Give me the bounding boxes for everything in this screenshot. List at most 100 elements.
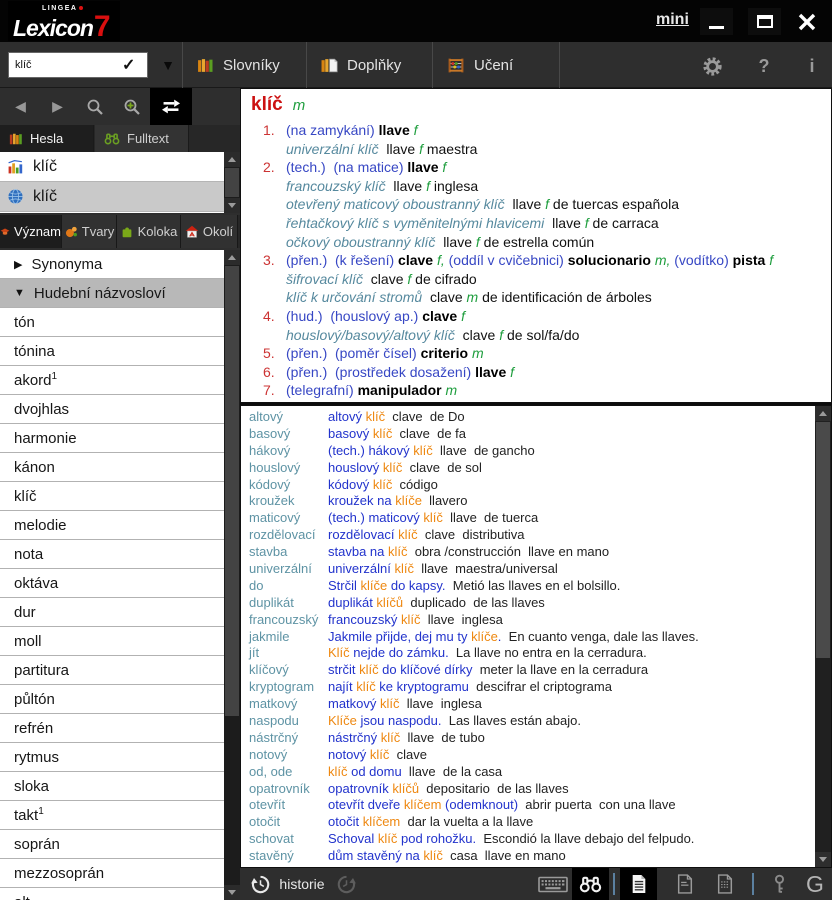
collocation-row[interactable]: od, odeklíč od domu llave de la casa bbox=[241, 764, 815, 781]
collocation-row[interactable]: otevřítotevřít dveře klíčem (odemknout) … bbox=[241, 797, 815, 814]
tab-koloka[interactable]: Koloka bbox=[117, 215, 181, 248]
collocation-row[interactable]: houslovýhouslový klíč clave de sol bbox=[241, 460, 815, 477]
tree-item[interactable]: harmonie bbox=[0, 424, 224, 453]
tree-item[interactable]: tón bbox=[0, 308, 224, 337]
tree-item[interactable]: mezzosoprán bbox=[0, 859, 224, 888]
full-entry-view-button[interactable] bbox=[620, 868, 657, 900]
collocation-row[interactable]: doStrčil klíče do kapsy. Metió las llave… bbox=[241, 578, 815, 595]
collocation-row[interactable]: altovýaltový klíč clave de Do bbox=[241, 409, 815, 426]
tree-item[interactable]: klíč bbox=[0, 482, 224, 511]
google-search-button[interactable]: G bbox=[798, 868, 832, 900]
tree-item[interactable]: moll bbox=[0, 627, 224, 656]
history-forward-button[interactable] bbox=[332, 868, 360, 900]
scrollbar-thumb[interactable] bbox=[816, 422, 830, 658]
text-segment: llave bbox=[475, 364, 510, 380]
result-item-klic-stats[interactable]: klíč bbox=[0, 152, 224, 182]
maximize-button[interactable] bbox=[748, 8, 781, 35]
tree-item[interactable]: sloka bbox=[0, 772, 224, 801]
short-entry-view-button[interactable] bbox=[666, 868, 703, 900]
tree-item[interactable]: takt1 bbox=[0, 801, 224, 830]
tab-uceni[interactable]: Učení bbox=[432, 42, 560, 88]
tree-item[interactable]: akord1 bbox=[0, 366, 224, 395]
tree-item[interactable]: melodie bbox=[0, 511, 224, 540]
tree-item[interactable]: nota bbox=[0, 540, 224, 569]
key-tool-button[interactable] bbox=[764, 868, 794, 900]
virtual-keyboard-button[interactable] bbox=[536, 868, 570, 900]
zoom-button[interactable] bbox=[113, 88, 150, 125]
collocation-row[interactable]: hákový(tech.) hákový klíč llave de ganch… bbox=[241, 443, 815, 460]
collocation-row[interactable]: univerzálníuniverzální klíč llave maestr… bbox=[241, 561, 815, 578]
minimize-button[interactable] bbox=[700, 8, 733, 35]
tab-vyznam[interactable]: Význam bbox=[0, 215, 62, 248]
collocation-row[interactable]: francouzskýfrancouzský klíč llave ingles… bbox=[241, 612, 815, 629]
back-button[interactable]: ◀ bbox=[2, 88, 39, 125]
collocation-row[interactable]: notovýnotový klíč clave bbox=[241, 747, 815, 764]
collocation-row[interactable]: rozdělovacírozdělovací klíč clave distri… bbox=[241, 527, 815, 544]
tab-tvary[interactable]: Tvary bbox=[62, 215, 117, 248]
collocation-row[interactable]: matkovýmatkový klíč llave inglesa bbox=[241, 696, 815, 713]
tab-okoli[interactable]: Okolí bbox=[181, 215, 238, 248]
search-button[interactable] bbox=[76, 88, 113, 125]
tree-item[interactable]: rytmus bbox=[0, 743, 224, 772]
tab-label: Slovníky bbox=[223, 57, 280, 74]
tree-item[interactable]: kánon bbox=[0, 453, 224, 482]
scroll-down-icon[interactable] bbox=[224, 885, 240, 900]
tab-doplnky[interactable]: Doplňky bbox=[306, 42, 432, 88]
collocation-row[interactable]: kryptogramnajít klíč ke kryptogramu desc… bbox=[241, 679, 815, 696]
collocation-row[interactable]: stavbastavba na klíč obra /construcción … bbox=[241, 544, 815, 561]
tree-item[interactable]: dur bbox=[0, 598, 224, 627]
history-label[interactable]: historie bbox=[276, 868, 328, 900]
collocation-row[interactable]: opatrovníkopatrovník klíčů depositario d… bbox=[241, 781, 815, 798]
tree-item[interactable]: dvojhlas bbox=[0, 395, 224, 424]
tree-section-header[interactable]: ▶Synonyma bbox=[0, 250, 224, 279]
collocation-row[interactable]: maticový(tech.) maticový klíč llave de t… bbox=[241, 510, 815, 527]
help-button[interactable]: ? bbox=[752, 54, 776, 78]
scroll-down-icon[interactable] bbox=[815, 852, 831, 867]
settings-button[interactable] bbox=[700, 54, 724, 78]
forward-button[interactable]: ▶ bbox=[39, 88, 76, 125]
tree-item[interactable]: tónina bbox=[0, 337, 224, 366]
mini-mode-button[interactable]: mini bbox=[656, 11, 689, 29]
collocation-row[interactable]: naspoduKlíče jsou naspodu. Las llaves es… bbox=[241, 713, 815, 730]
history-back-button[interactable] bbox=[246, 868, 274, 900]
fulltext-search-button[interactable] bbox=[572, 868, 609, 900]
tree-item[interactable]: alt bbox=[0, 888, 224, 900]
collocation-row[interactable]: kroužekkroužek na klíče llavero bbox=[241, 493, 815, 510]
search-dropdown-button[interactable]: ▼ bbox=[152, 52, 184, 78]
scroll-up-icon[interactable] bbox=[224, 152, 240, 167]
collocation-row[interactable]: jítKlíč nejde do zámku. La llave no entr… bbox=[241, 645, 815, 662]
collocation-row[interactable]: duplikátduplikát klíčů duplicado de las … bbox=[241, 595, 815, 612]
tree-item[interactable]: půltón bbox=[0, 685, 224, 714]
collocation-row[interactable]: jakmileJakmile přijde, dej mu ty klíče. … bbox=[241, 629, 815, 646]
collocation-row[interactable]: klíčovýstrčit klíč do klíčové dírky mete… bbox=[241, 662, 815, 679]
compact-entry-view-button[interactable] bbox=[706, 868, 743, 900]
scrollbar-thumb[interactable] bbox=[225, 266, 239, 716]
tree-item[interactable]: partitura bbox=[0, 656, 224, 685]
scroll-down-icon[interactable] bbox=[224, 198, 240, 213]
close-button[interactable] bbox=[793, 9, 821, 35]
collocation-row[interactable]: schovatSchoval klíč pod rohožku. Escondi… bbox=[241, 831, 815, 848]
tab-hesla[interactable]: Hesla bbox=[0, 125, 94, 152]
tree-item[interactable]: refrén bbox=[0, 714, 224, 743]
results-scrollbar[interactable] bbox=[224, 152, 240, 213]
collocation-row[interactable]: nástrčnýnástrčný klíč llave de tubo bbox=[241, 730, 815, 747]
info-button[interactable]: i bbox=[800, 54, 824, 78]
tree-item[interactable]: oktáva bbox=[0, 569, 224, 598]
book-page-icon bbox=[321, 57, 338, 74]
collocation-row[interactable]: stavěnýdům stavěný na klíč casa llave en… bbox=[241, 848, 815, 865]
scroll-up-icon[interactable] bbox=[815, 406, 831, 421]
collocation-row[interactable]: basovýbasový klíč clave de fa bbox=[241, 426, 815, 443]
tree-item[interactable]: soprán bbox=[0, 830, 224, 859]
swap-direction-button[interactable] bbox=[150, 88, 192, 125]
tab-fulltext[interactable]: Fulltext bbox=[95, 125, 189, 152]
scrollbar-thumb[interactable] bbox=[225, 168, 239, 197]
tree-section-header[interactable]: ▼Hudební názvosloví bbox=[0, 279, 224, 308]
text-segment: meter la llave en la cerradura bbox=[473, 662, 649, 677]
collocations-scrollbar[interactable] bbox=[815, 406, 831, 867]
tab-slovniky[interactable]: Slovníky bbox=[182, 42, 306, 88]
tree-scrollbar[interactable] bbox=[224, 250, 240, 900]
collocation-row[interactable]: kódovýkódový klíč código bbox=[241, 477, 815, 494]
result-item-klic-dictionary[interactable]: klíč bbox=[0, 182, 224, 212]
collocation-row[interactable]: otočitotočit klíčem dar la vuelta a la l… bbox=[241, 814, 815, 831]
scroll-up-icon[interactable] bbox=[224, 250, 240, 265]
